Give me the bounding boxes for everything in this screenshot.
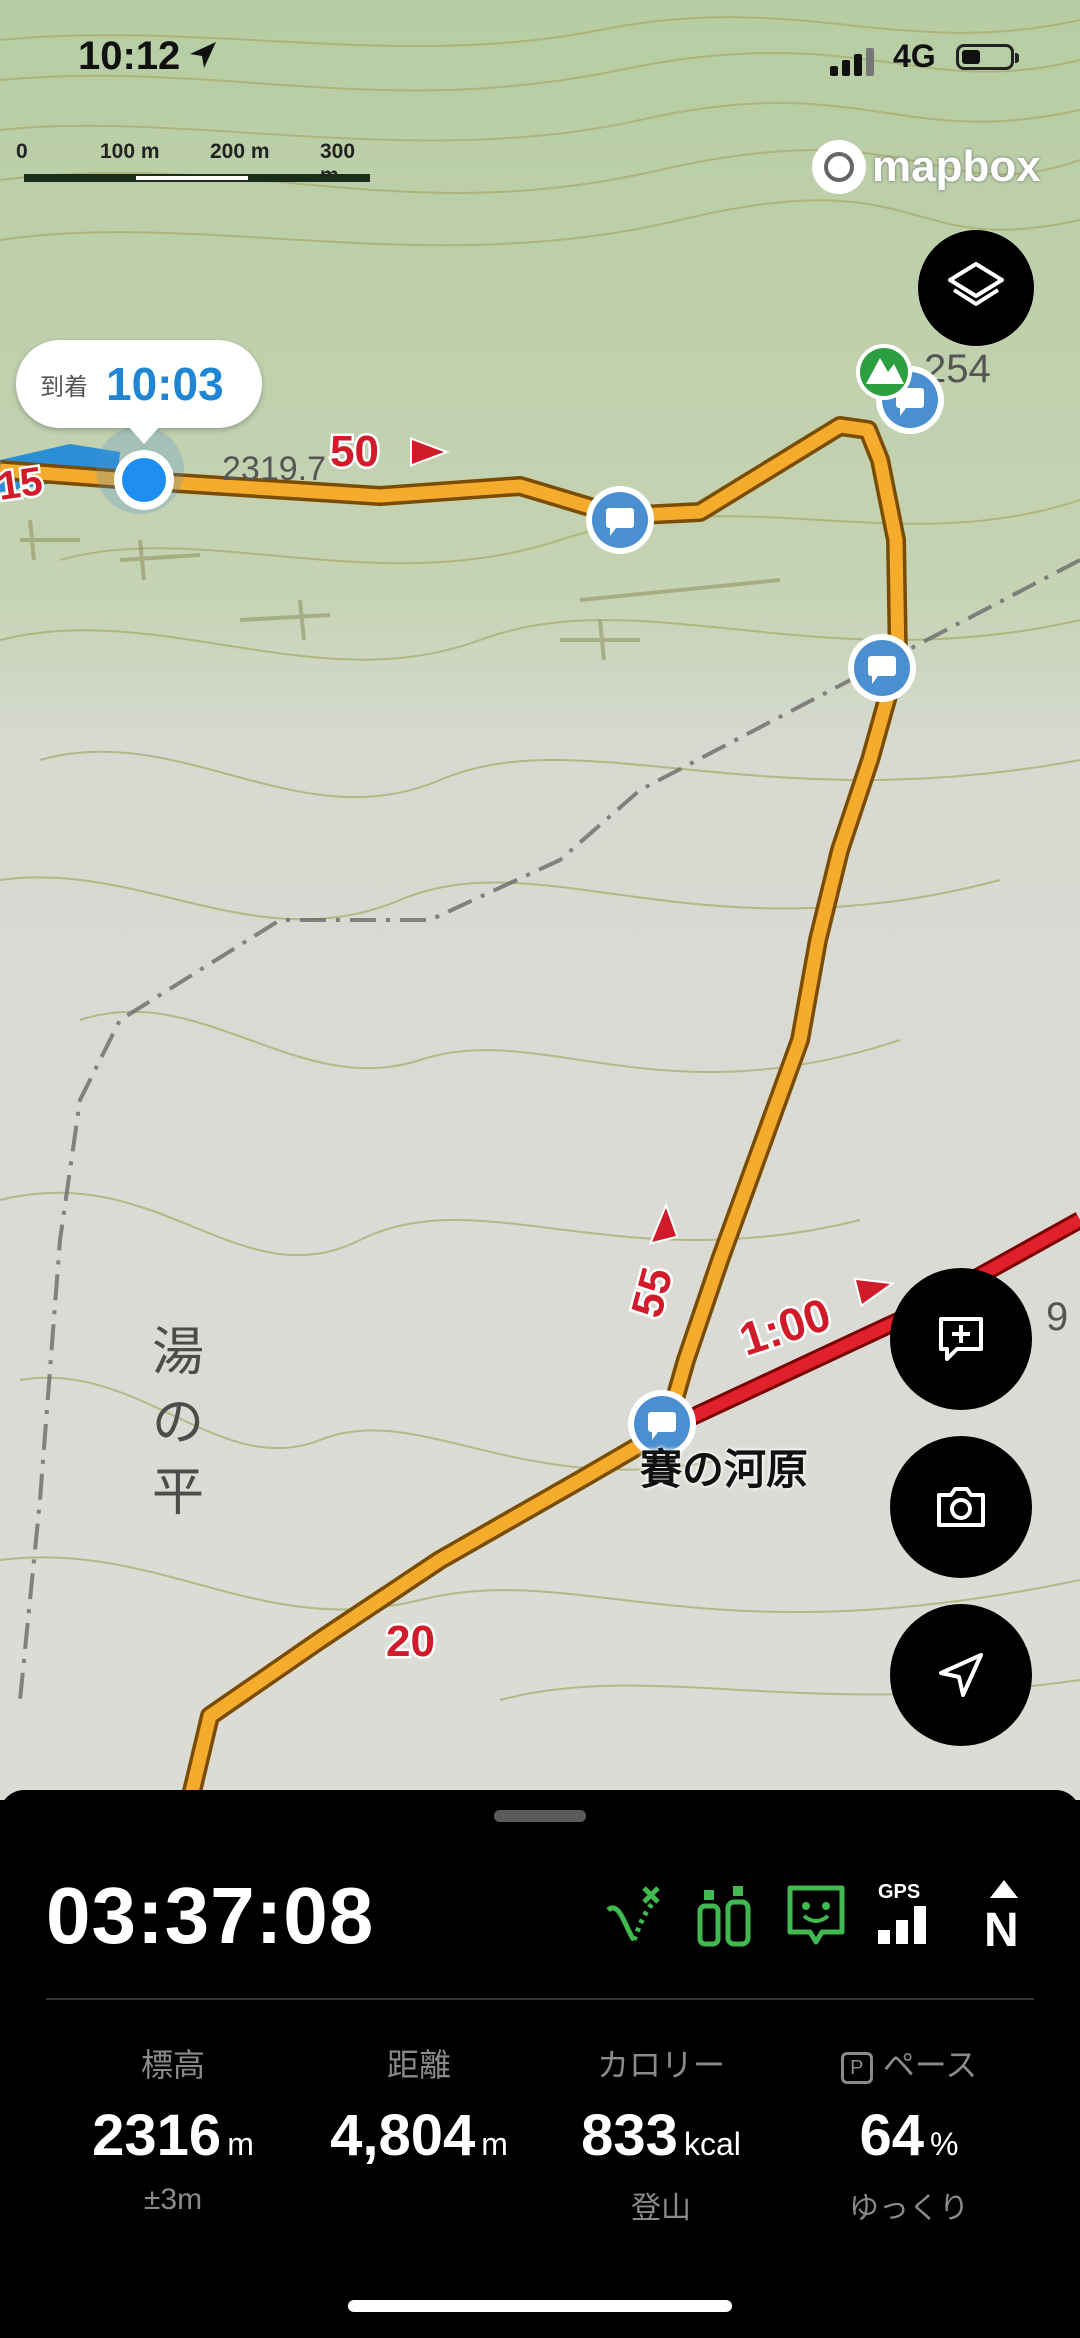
face-icon[interactable] [784, 1880, 848, 1950]
pace-p-icon: P [840, 2051, 873, 2084]
scale-label: 100 m [100, 140, 160, 163]
comment-marker[interactable] [848, 634, 916, 702]
place-name-label: 賽の河原 [640, 1446, 809, 1493]
layers-icon [948, 262, 1004, 306]
stat-label: 標高 [140, 2047, 205, 2083]
locate-me-button[interactable] [890, 1604, 1032, 1746]
clock: 10:12 [78, 34, 181, 78]
stat-unit: % [930, 2126, 959, 2162]
elapsed-time: 03:37:08 [46, 1871, 375, 1960]
mapbox-wordmark: mapbox [872, 142, 1041, 191]
route-marker-20: 20 [386, 1617, 435, 1666]
stat-sub: 登山 [631, 2192, 691, 2225]
arrival-time: 10:03 [106, 358, 224, 410]
stat-altitude: 標高 2316 m ±3m [58, 2040, 288, 2217]
scale-label: 0 [16, 140, 28, 163]
svg-text:N: N [984, 1904, 1019, 1950]
stat-unit: m [227, 2126, 254, 2162]
battery-icon [956, 44, 1019, 70]
stat-value: 64 [859, 2103, 925, 2168]
camera-icon [937, 1487, 985, 1527]
stat-label: ペース [882, 2047, 978, 2083]
contour-number-label: 2319.7 [222, 450, 326, 488]
stat-value: 2316 [92, 2103, 222, 2168]
map-view[interactable]: 15 50 55 20 1:00 254 2319.7 9 湯 の 平 賽の河原… [0, 0, 1080, 1800]
status-bar: 10:12 4G [0, 0, 1080, 120]
stat-sub: ゆっくり [849, 2192, 969, 2225]
map-scale-bar: 0 100 m 200 m 300 m [14, 140, 374, 190]
network-type: 4G [893, 38, 936, 74]
route-icon[interactable] [600, 1880, 664, 1950]
camera-button[interactable] [890, 1436, 1032, 1578]
stat-value: 833 [581, 2103, 678, 2168]
stat-label: 距離 [386, 2047, 451, 2083]
panel-drag-handle[interactable] [494, 1810, 586, 1822]
stat-label: カロリー [596, 2047, 725, 2083]
add-memo-button[interactable] [890, 1268, 1032, 1410]
north-icon[interactable]: N [972, 1880, 1036, 1957]
stat-calories: カロリー 833 kcal 登山 [546, 2040, 776, 2227]
area-name-label: 湯の平 [151, 1324, 204, 1522]
stat-value: 4,804 [330, 2103, 476, 2168]
svg-text:GPS: GPS [878, 1881, 920, 1903]
add-comment-icon [939, 1317, 983, 1361]
mapbox-attribution[interactable]: mapbox [812, 140, 1041, 194]
stat-pace[interactable]: P ペース 64% ゆっくり [794, 2040, 1024, 2227]
stat-sub: ±3m [143, 2183, 203, 2216]
route-marker-50: 50 [330, 427, 379, 476]
location-arrow-icon [190, 42, 216, 68]
status-icons: GPS N [600, 1880, 1040, 1957]
panel-divider [46, 1998, 1034, 2000]
scale-label: 200 m [210, 140, 270, 163]
home-indicator[interactable] [348, 2300, 732, 2312]
mapbox-logo-icon [812, 140, 866, 194]
comment-marker[interactable] [586, 486, 654, 554]
tracking-panel[interactable]: 03:37:08 GPS N 標高 2316 m ±3m 距離 4,804 m … [0, 1790, 1080, 2338]
stat-distance: 距離 4,804 m [304, 2040, 534, 2183]
arrival-label: 到着 [40, 373, 88, 401]
stat-unit: kcal [683, 2126, 741, 2162]
arrival-time-callout[interactable]: 到着 10:03 [16, 340, 262, 444]
mountain-peak-icon[interactable] [856, 344, 912, 400]
navigation-arrow-icon [939, 1653, 983, 1697]
gas-cans-icon[interactable] [692, 1880, 756, 1950]
route-marker-15: 15 [0, 459, 45, 509]
stat-unit: m [481, 2126, 508, 2162]
gps-icon: GPS [876, 1880, 940, 1950]
map-layers-button[interactable] [918, 230, 1034, 346]
cellular-signal-icon [830, 48, 874, 76]
map-edge-label: 9 [1046, 1295, 1068, 1339]
